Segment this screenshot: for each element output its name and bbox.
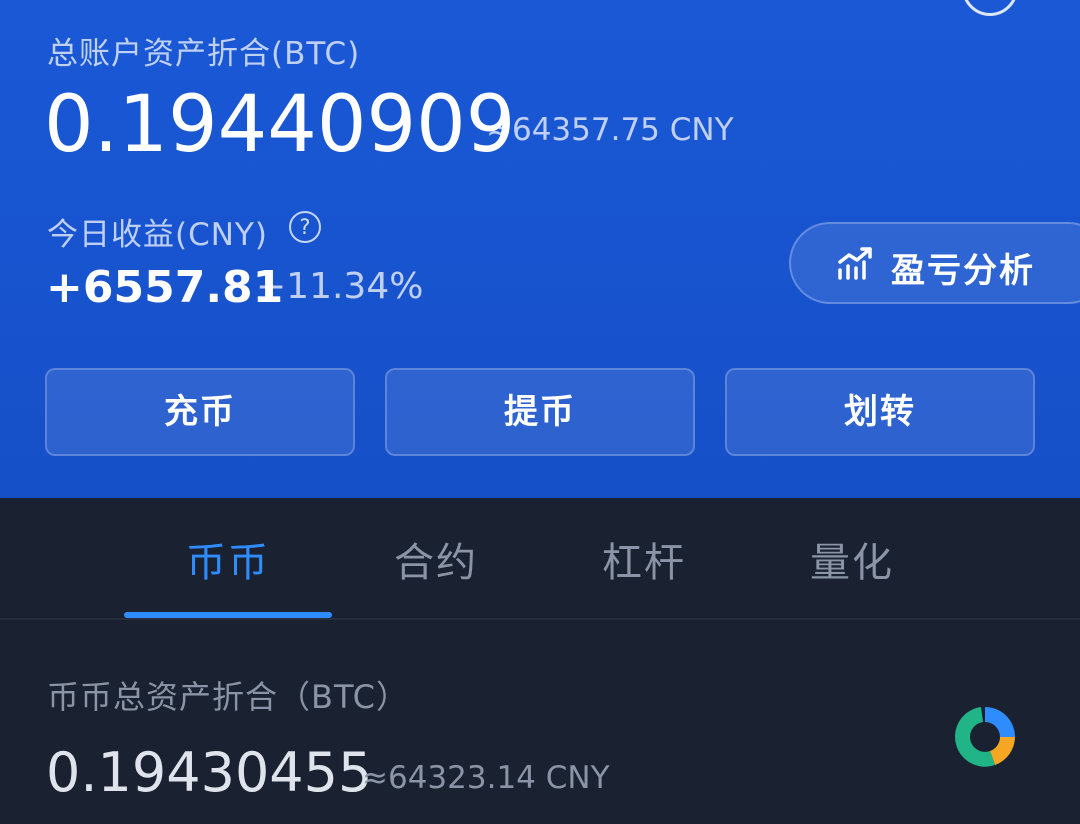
tab-margin[interactable]: 杠杆: [540, 530, 748, 588]
asset-summary-header: 总账户资产折合(BTC) 0.19440909 ≈64357.75 CNY 今日…: [0, 0, 1080, 498]
chart-line-icon: [838, 247, 872, 280]
pnl-analysis-button[interactable]: 盈亏分析: [789, 222, 1080, 304]
tab-spot[interactable]: 币币: [124, 530, 332, 588]
transfer-button[interactable]: 划转: [725, 368, 1035, 456]
settings-icon[interactable]: [962, 0, 1018, 16]
tab-contract[interactable]: 合约: [332, 530, 540, 588]
help-icon[interactable]: ?: [289, 211, 321, 243]
today-earnings-label: 今日收益(CNY): [47, 217, 268, 253]
donut-chart-icon[interactable]: [950, 702, 1020, 772]
deposit-button[interactable]: 充币: [45, 368, 355, 456]
tab-quant[interactable]: 量化: [748, 530, 956, 588]
total-assets-cny: ≈64357.75 CNY: [486, 112, 734, 148]
app-root: 总账户资产折合(BTC) 0.19440909 ≈64357.75 CNY 今日…: [0, 0, 1080, 824]
pnl-analysis-label: 盈亏分析: [891, 251, 1035, 291]
withdraw-button[interactable]: 提币: [385, 368, 695, 456]
today-earnings-value: +6557.81: [46, 262, 284, 313]
total-assets-label: 总账户资产折合(BTC): [47, 36, 361, 72]
today-earnings-percent: +11.34%: [256, 266, 424, 307]
spot-assets-cny: ≈64323.14 CNY: [362, 760, 610, 796]
spot-assets-value: 0.19430455: [46, 741, 373, 804]
spot-assets-label: 币币总资产折合（BTC）: [47, 678, 409, 716]
tabs-divider: [0, 618, 1080, 620]
total-assets-value: 0.19440909: [44, 80, 516, 170]
